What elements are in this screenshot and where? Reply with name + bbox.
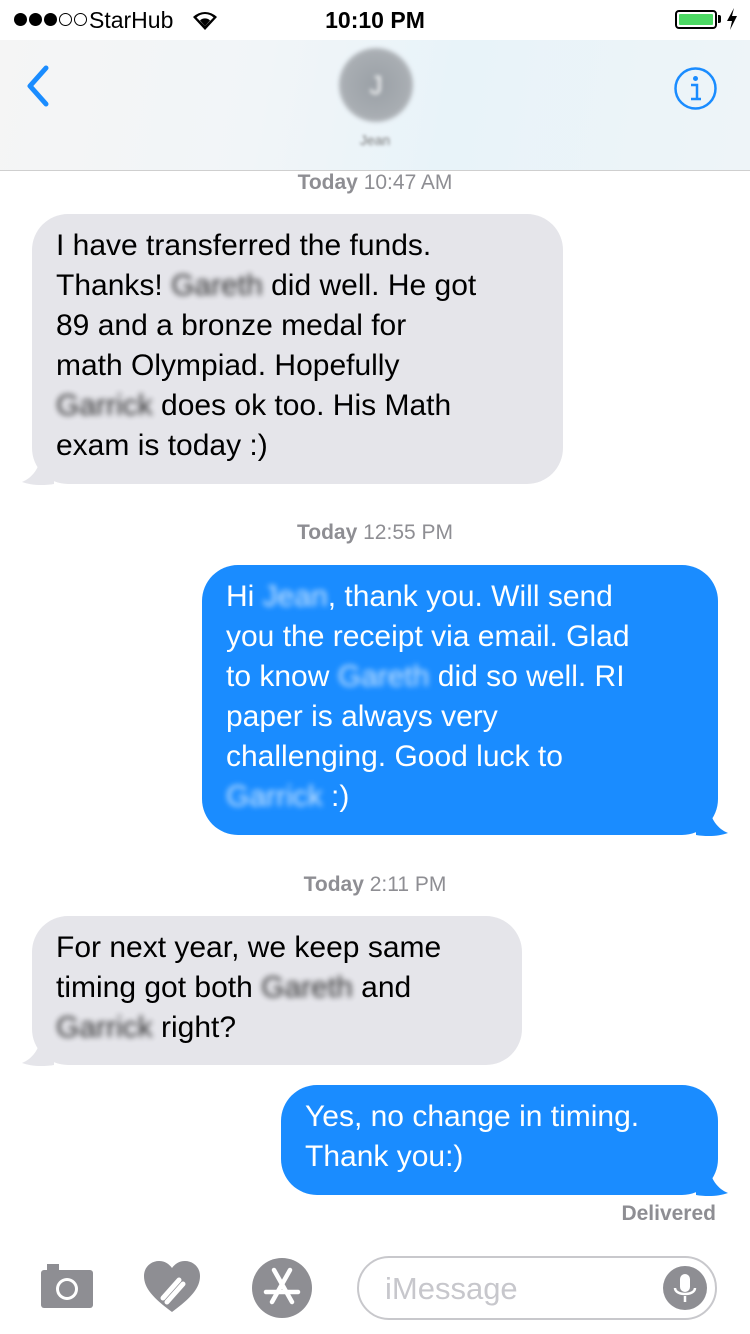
message-line: 89 and a bronze medal for <box>56 309 407 342</box>
message-line: paper is always very <box>226 700 498 733</box>
charging-bolt-icon <box>726 8 738 36</box>
info-button[interactable] <box>673 66 718 111</box>
battery-icon <box>675 10 717 29</box>
message-line: challenging. Good luck to <box>226 740 563 773</box>
redacted-name: Jean <box>262 580 328 613</box>
message-line: Garrick right? <box>56 1011 237 1044</box>
incoming-bubble-tail <box>22 1037 54 1067</box>
incoming-message-bubble[interactable]: For next year, we keep same timing got b… <box>32 916 522 1065</box>
message-line: Yes, no change in timing. <box>305 1100 640 1133</box>
outgoing-message-bubble[interactable]: Hi Jean, thank you. Will send you the re… <box>202 565 718 835</box>
status-bar: StarHub 10:10 PM <box>0 0 750 40</box>
message-line: math Olympiad. Hopefully <box>56 349 400 382</box>
message-line: Garrick :) <box>226 780 350 813</box>
app-store-button[interactable] <box>250 1256 314 1325</box>
microphone-button[interactable] <box>663 1266 707 1310</box>
message-line: exam is today :) <box>56 429 268 462</box>
outgoing-bubble-tail <box>696 807 728 837</box>
app-store-icon <box>252 1258 312 1318</box>
delivery-status: Delivered <box>621 1202 716 1225</box>
conversation-header: J Jean <box>0 40 750 171</box>
incoming-bubble-tail <box>22 456 54 486</box>
redacted-name: Gareth <box>337 660 430 693</box>
redacted-name: Garrick <box>56 389 153 422</box>
message-line: you the receipt via email. Glad <box>226 620 630 653</box>
redacted-name: Garrick <box>56 1011 153 1044</box>
back-button[interactable] <box>20 62 60 112</box>
message-line: Hi Jean, thank you. Will send <box>226 580 613 613</box>
redacted-name: Gareth <box>261 971 353 1004</box>
status-time: 10:10 PM <box>325 7 425 33</box>
digital-touch-heart-icon <box>144 1261 200 1312</box>
timestamp: Today 10:47 AM <box>297 171 453 194</box>
battery-tip <box>718 15 721 23</box>
message-line: Thank you:) <box>305 1140 464 1173</box>
camera-button[interactable] <box>38 1262 96 1315</box>
redacted-name: Garrick <box>226 780 323 813</box>
imessage-placeholder: iMessage <box>385 1271 518 1306</box>
camera-icon <box>41 1264 93 1308</box>
timestamp: Today 2:11 PM <box>303 873 447 896</box>
message-line: I have transferred the funds. <box>56 229 432 262</box>
imessage-input[interactable]: iMessage <box>357 1256 717 1320</box>
microphone-icon <box>673 1274 697 1302</box>
incoming-message-bubble[interactable]: I have transferred the funds. Thanks! Ga… <box>32 214 563 484</box>
message-line: timing got both Gareth and <box>56 971 412 1004</box>
contact-avatar[interactable]: J <box>339 48 413 122</box>
outgoing-bubble-tail <box>696 1167 728 1197</box>
outgoing-message-bubble[interactable]: Yes, no change in timing. Thank you:) <box>281 1085 718 1195</box>
message-input-bar: iMessage <box>0 1246 750 1334</box>
message-line: to know Gareth did so well. RI <box>226 660 625 693</box>
message-line: For next year, we keep same <box>56 931 442 964</box>
redacted-name: Gareth <box>171 269 263 302</box>
timestamp: Today 12:55 PM <box>296 521 454 544</box>
contact-name[interactable]: Jean <box>0 132 750 148</box>
digital-touch-button[interactable] <box>141 1258 203 1321</box>
chevron-left-icon <box>27 65 49 107</box>
message-line: Thanks! Gareth did well. He got <box>56 269 477 302</box>
message-line: Garrick does ok too. His Math <box>56 389 452 422</box>
avatar-initial: J <box>369 69 383 100</box>
info-icon <box>674 67 717 110</box>
